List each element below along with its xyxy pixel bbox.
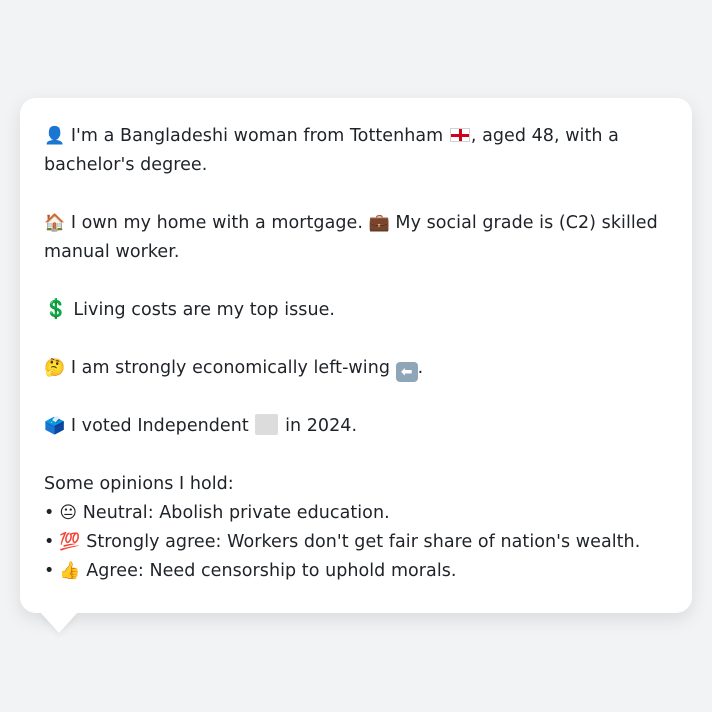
thinking-face-icon: 🤔 bbox=[44, 358, 66, 378]
bullet: • bbox=[44, 561, 55, 581]
bust-in-silhouette-icon: 👤 bbox=[44, 126, 66, 146]
ballot-box-icon: 🗳️ bbox=[44, 416, 66, 436]
left-arrow-icon: ⬅ bbox=[395, 362, 418, 382]
opinions-list: • 😐 Neutral: Abolish private education. •… bbox=[44, 499, 668, 586]
economic-punct: . bbox=[417, 358, 424, 378]
persona-speech-bubble: 👤 I'm a Bangladeshi woman from Tottenham… bbox=[20, 98, 692, 613]
vote-year-text: in 2024. bbox=[285, 416, 358, 436]
briefcase-icon: 💼 bbox=[368, 213, 390, 233]
persona-economic-line: 🤔 I am strongly economically left-wing ⬅… bbox=[44, 354, 668, 383]
house-icon: 🏠 bbox=[44, 213, 66, 233]
england-flag-icon bbox=[449, 128, 470, 142]
persona-issue-line: 💲 Living costs are my top issue. bbox=[44, 296, 668, 325]
speech-bubble-tail bbox=[40, 612, 78, 633]
economic-text: I am strongly economically left-wing bbox=[70, 358, 391, 378]
opinion-item: • 👍 Agree: Need censorship to uphold mora… bbox=[44, 557, 668, 586]
persona-housing-line: 🏠 I own my home with a mortgage. 💼 My so… bbox=[44, 209, 668, 267]
opinion-text: Agree: Need censorship to uphold morals. bbox=[86, 561, 457, 581]
hundred-points-icon: 💯 bbox=[59, 532, 81, 552]
opinion-text: Strongly agree: Workers don't get fair s… bbox=[86, 532, 641, 552]
opinions-heading: Some opinions I hold: bbox=[44, 474, 234, 494]
thumbs-up-icon: 👍 bbox=[59, 561, 81, 581]
neutral-face-icon: 😐 bbox=[59, 503, 78, 523]
dollar-sign-icon: 💲 bbox=[44, 298, 68, 320]
bullet: • bbox=[44, 503, 55, 523]
identity-text: I'm a Bangladeshi woman from Tottenham bbox=[70, 126, 444, 146]
persona-vote-line: 🗳️ I voted Independent in 2024. bbox=[44, 412, 668, 441]
opinion-text: Neutral: Abolish private education. bbox=[82, 503, 390, 523]
party-color-swatch bbox=[255, 414, 279, 435]
vote-text: I voted Independent bbox=[70, 416, 249, 436]
opinion-item: • 😐 Neutral: Abolish private education. bbox=[44, 499, 668, 528]
opinion-item: • 💯 Strongly agree: Workers don't get fai… bbox=[44, 528, 668, 557]
persona-identity-line: 👤 I'm a Bangladeshi woman from Tottenham… bbox=[44, 122, 668, 180]
bullet: • bbox=[44, 532, 55, 552]
housing-text: I own my home with a mortgage. bbox=[70, 213, 363, 233]
top-issue-text: Living costs are my top issue. bbox=[73, 300, 336, 320]
